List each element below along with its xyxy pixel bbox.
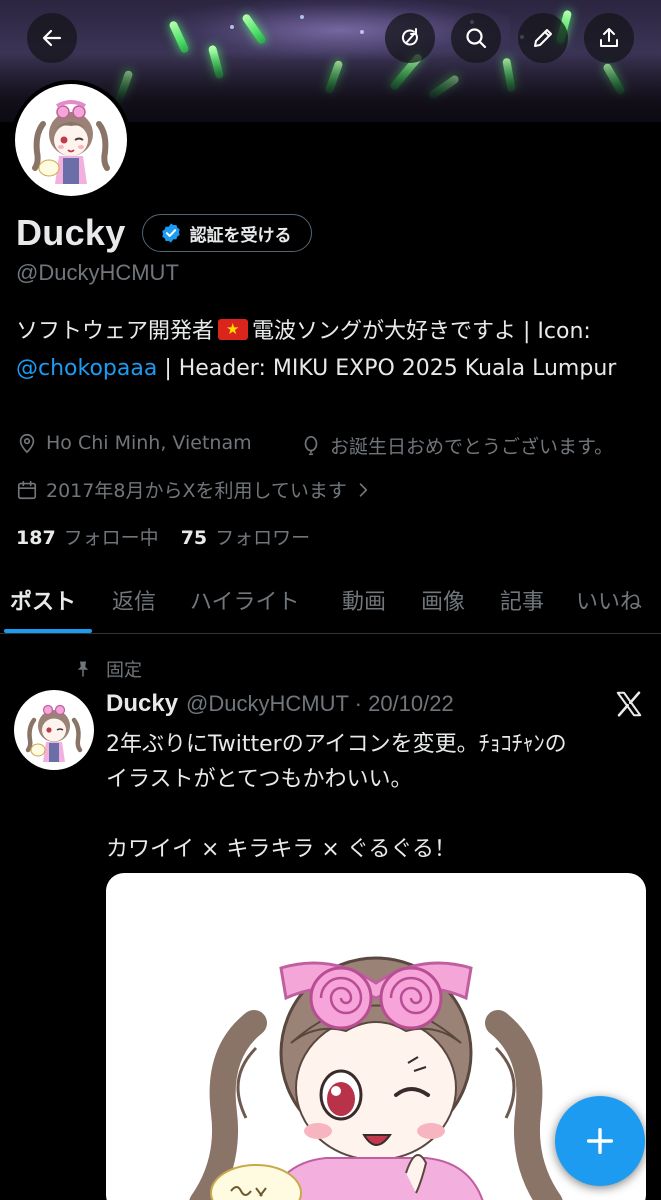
follow-stats: 187 フォロー中 75 フォロワー (16, 523, 310, 550)
get-verified-label: 認証を受ける (189, 225, 292, 246)
tab-articles[interactable]: 記事 (500, 584, 544, 616)
tab-videos[interactable]: 動画 (342, 584, 386, 616)
plus-icon (586, 1127, 614, 1155)
arrow-left-icon (42, 29, 62, 47)
share-button[interactable] (584, 13, 634, 63)
post-author-handle-date[interactable]: @DuckyHCMUT · 20/10/22 (186, 691, 454, 717)
tab-posts[interactable]: ポスト (10, 584, 76, 616)
back-button[interactable] (27, 13, 77, 63)
get-verified-button[interactable]: 認証を受ける (141, 214, 312, 252)
location-pin-icon (19, 433, 35, 454)
tab-highlights[interactable]: ハイライト (190, 584, 300, 616)
following-count: 187 (16, 527, 56, 549)
post-text-line: 2年ぶりにTwitterのアイコンを変更。ﾁｮｺﾁｬﾝの (106, 732, 567, 757)
birthday-text: お誕生日おめでとうございます。 (330, 436, 614, 458)
bio-text: 電波ソングが大好きですよ | Icon: (252, 319, 591, 344)
pin-icon (77, 661, 89, 677)
following-label: フォロー中 (63, 527, 159, 549)
avatar-image (25, 704, 83, 762)
avatar-image (15, 84, 127, 196)
profile-tabs: ポスト 返信 ハイライト 動画 画像 記事 いいね (0, 578, 661, 634)
post-text: 2年ぶりにTwitterのアイコンを変更。ﾁｮｺﾁｬﾝの イラストがとてつもかわ… (106, 727, 646, 867)
location-text: Ho Chi Minh, Vietnam (46, 432, 252, 454)
bio-text: ソフトウェア開発者 (16, 319, 215, 344)
profile-birthday: お誕生日おめでとうございます。 (300, 432, 613, 459)
share-icon (600, 28, 618, 47)
bio-mention-link[interactable]: @chokopaaa (16, 356, 157, 381)
search-button[interactable] (451, 13, 501, 63)
pinned-label: 固定 (106, 660, 142, 681)
followers-label: フォロワー (215, 527, 311, 549)
search-icon (466, 28, 487, 49)
profile-name: Ducky (16, 212, 126, 253)
verified-badge-icon (161, 223, 180, 243)
active-tab-indicator (4, 629, 92, 633)
post-text-line (106, 797, 646, 832)
post-author-name[interactable]: Ducky (106, 690, 178, 718)
post-text-line: カワイイ × キラキラ × ぐるぐる！ (106, 837, 456, 862)
post-header: Ducky @DuckyHCMUT · 20/10/22 (106, 690, 454, 718)
following-link[interactable]: 187 フォロー中 (16, 523, 159, 550)
tab-images[interactable]: 画像 (421, 584, 465, 616)
refresh-icon (401, 28, 418, 46)
post-author-avatar[interactable] (14, 690, 94, 770)
chevron-right-icon (359, 482, 368, 497)
light-dot (300, 15, 304, 19)
followers-count: 75 (180, 527, 208, 549)
calendar-icon (17, 480, 37, 499)
followers-link[interactable]: 75 フォロワー (181, 523, 310, 550)
pencil-icon (534, 29, 552, 47)
light-dot (360, 30, 364, 34)
joined-text: 2017年8月からXを利用しています (46, 480, 347, 502)
profile-avatar[interactable] (11, 80, 131, 200)
tab-replies[interactable]: 返信 (112, 584, 156, 616)
refresh-button[interactable] (385, 13, 435, 63)
profile-bio: ソフトウェア開発者 電波ソングが大好きですよ | Icon: @chokopaaa… (16, 313, 651, 387)
bio-text: | Header: MIKU EXPO 2025 Kuala Lumpur (157, 356, 617, 381)
vietnam-flag-icon (218, 319, 249, 340)
profile-name-row: Ducky 認証を受ける (16, 212, 312, 254)
compose-post-button[interactable] (555, 1096, 645, 1186)
profile-location: Ho Chi Minh, Vietnam (16, 432, 252, 454)
tab-likes[interactable]: いいね (576, 584, 642, 616)
profile-joined[interactable]: 2017年8月からXを利用しています (16, 476, 381, 503)
x-logo-icon (616, 691, 642, 717)
balloon-icon (304, 435, 318, 455)
post-text-line: イラストがとてつもかわいい。 (106, 767, 413, 792)
pinned-indicator: 固定 (74, 656, 142, 682)
light-dot (230, 25, 234, 29)
profile-handle: @DuckyHCMUT (16, 260, 179, 285)
edit-button[interactable] (518, 13, 568, 63)
